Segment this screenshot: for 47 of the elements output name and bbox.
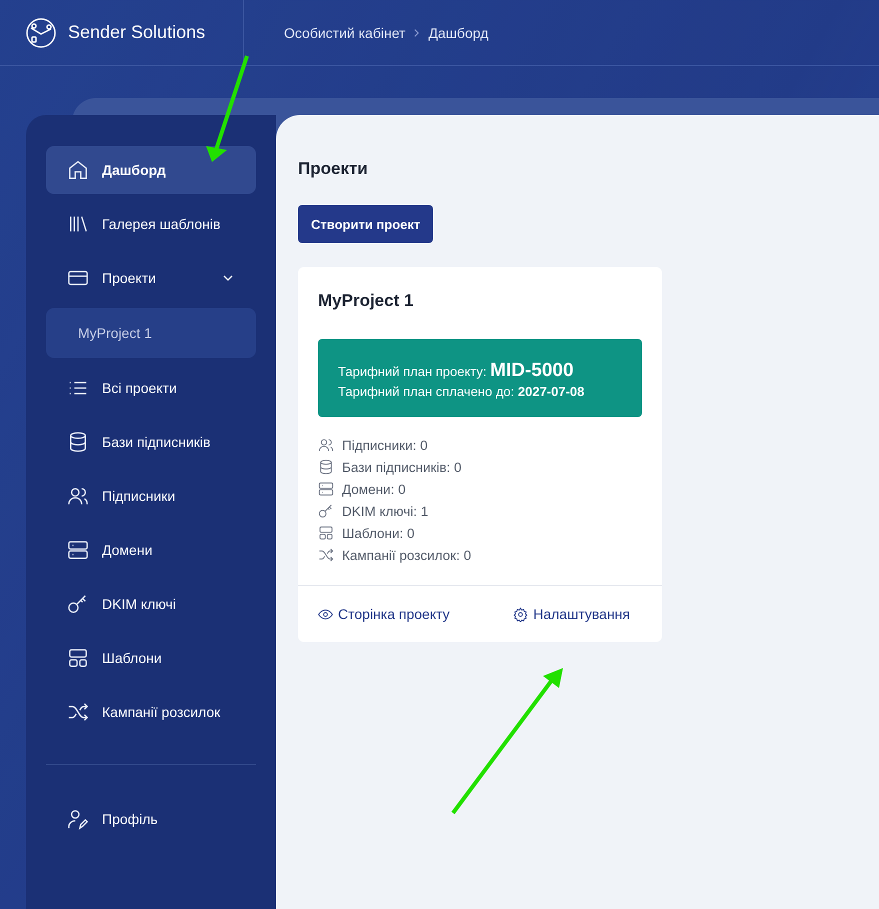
- server-icon: [318, 481, 334, 497]
- shuffle-icon: [67, 701, 89, 723]
- users-icon: [318, 437, 334, 453]
- stat-text: Кампанії розсилок: 0: [342, 548, 472, 562]
- breadcrumb-link[interactable]: Особистий кабінет: [284, 24, 406, 40]
- database-icon: [67, 431, 89, 453]
- stat-text: Підписники: 0: [342, 438, 428, 452]
- users-icon: [67, 485, 89, 507]
- eye-icon: [318, 606, 333, 622]
- project-name: MyProject 1: [317, 290, 414, 311]
- nav-item[interactable]: Підписники: [46, 472, 256, 520]
- logo-icon: [25, 16, 57, 48]
- plan-text: Тарифний план проекту: MID-5000: [338, 360, 575, 382]
- nav-item[interactable]: Дашборд: [46, 146, 256, 194]
- card-action-link[interactable]: Сторінка проекту: [318, 606, 450, 622]
- nav-subitem[interactable]: MyProject 1: [46, 308, 256, 358]
- nav-item[interactable]: Профіль: [46, 795, 256, 843]
- nav-item[interactable]: Кампанії розсилок: [46, 688, 256, 736]
- stat-text: Шаблони: 0: [342, 526, 415, 540]
- user-pen-icon: [67, 808, 89, 830]
- stat-text: Бази підписників: 0: [342, 460, 462, 474]
- server-icon: [67, 539, 89, 561]
- nav-item[interactable]: Всі проекти: [46, 364, 256, 412]
- nav-item[interactable]: Проекти: [46, 254, 256, 302]
- nav-item[interactable]: DKIM ключі: [46, 580, 256, 628]
- home-icon: [67, 159, 89, 181]
- key-icon: [318, 503, 334, 519]
- layout-icon: [67, 647, 89, 669]
- create-project-button[interactable]: Створити проект: [298, 205, 434, 243]
- nav-item[interactable]: Домени: [46, 526, 256, 574]
- page-title: Проекти: [298, 159, 369, 179]
- breadcrumb-link[interactable]: Дашборд: [428, 24, 488, 40]
- nav-item[interactable]: Шаблони: [46, 634, 256, 682]
- card-action-link[interactable]: Налаштування: [513, 606, 630, 622]
- stat-text: Домени: 0: [342, 482, 406, 496]
- settings-icon: [513, 606, 528, 622]
- layout-icon: [318, 525, 334, 541]
- chevron-icon[interactable]: [222, 274, 234, 282]
- brand-name: Sender Solutions: [68, 22, 206, 43]
- nav-item[interactable]: Галерея шаблонів: [46, 200, 256, 248]
- chevron-right-icon: [413, 28, 420, 38]
- nav-item[interactable]: Бази підписників: [46, 418, 256, 466]
- paid-until-text: Тарифний план сплачено до: 2027-07-08: [338, 384, 586, 399]
- key-icon: [67, 593, 89, 615]
- shuffle-icon: [318, 547, 334, 563]
- database-icon: [318, 459, 334, 475]
- stat-text: DKIM ключі: 1: [342, 504, 428, 518]
